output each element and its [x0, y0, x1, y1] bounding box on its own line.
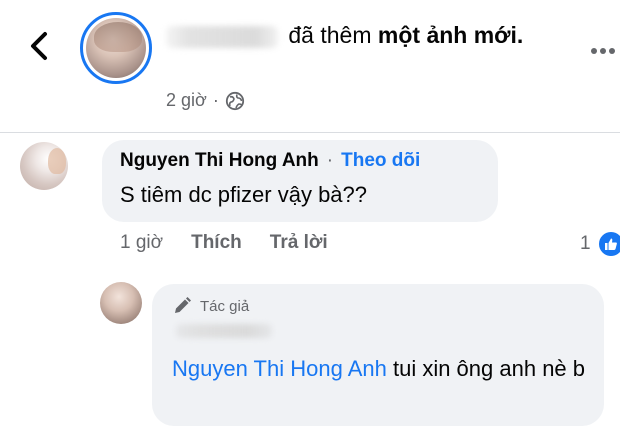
post-title: đã thêm một ảnh mới. — [166, 18, 526, 52]
more-options-button[interactable] — [590, 36, 616, 56]
poster-avatar[interactable] — [80, 12, 152, 84]
comment-time[interactable]: 1 giờ — [120, 232, 163, 254]
reply-body: tui xin ông anh nè b — [386, 356, 586, 381]
reply-text: Nguyen Thi Hong Anh tui xin ông anh nè b — [172, 352, 592, 386]
post-time[interactable]: 2 giờ — [166, 90, 207, 111]
follow-link[interactable]: Theo dõi — [341, 150, 420, 172]
thumbs-up-icon — [596, 230, 620, 258]
reply-button[interactable]: Trả lời — [270, 232, 328, 254]
blurred-reply-author[interactable] — [176, 324, 272, 338]
reply-author-avatar[interactable] — [100, 282, 142, 324]
comment-author[interactable]: Nguyen Thi Hong Anh — [120, 150, 319, 172]
meta-separator: · — [212, 90, 219, 110]
blurred-poster-name[interactable] — [166, 25, 278, 48]
comment-actions: 1 giờ Thích Trả lời — [120, 232, 328, 254]
comment-header: Nguyen Thi Hong Anh · Theo dõi — [120, 150, 420, 172]
pencil-icon — [175, 297, 191, 313]
mention-link[interactable]: Nguyen Thi Hong Anh — [172, 356, 387, 381]
reaction-count: 1 — [580, 233, 591, 254]
comment-text: S tiêm dc pfizer vậy bà?? — [120, 182, 368, 207]
post-title-bold: một ảnh mới. — [377, 22, 524, 48]
post-title-prefix: đã thêm — [288, 22, 372, 48]
divider — [0, 132, 620, 133]
globe-icon — [225, 91, 244, 110]
author-badge: Tác giả — [172, 296, 249, 316]
more-horizontal-icon — [591, 48, 615, 54]
commenter-avatar[interactable] — [20, 142, 68, 190]
reaction-summary[interactable]: 1 — [580, 230, 620, 258]
chevron-left-icon — [31, 32, 47, 60]
back-button[interactable] — [22, 26, 56, 66]
author-badge-label: Tác giả — [200, 297, 250, 315]
like-button[interactable]: Thích — [191, 232, 242, 254]
post-meta: 2 giờ · — [166, 90, 245, 111]
header-separator: · — [326, 150, 334, 171]
